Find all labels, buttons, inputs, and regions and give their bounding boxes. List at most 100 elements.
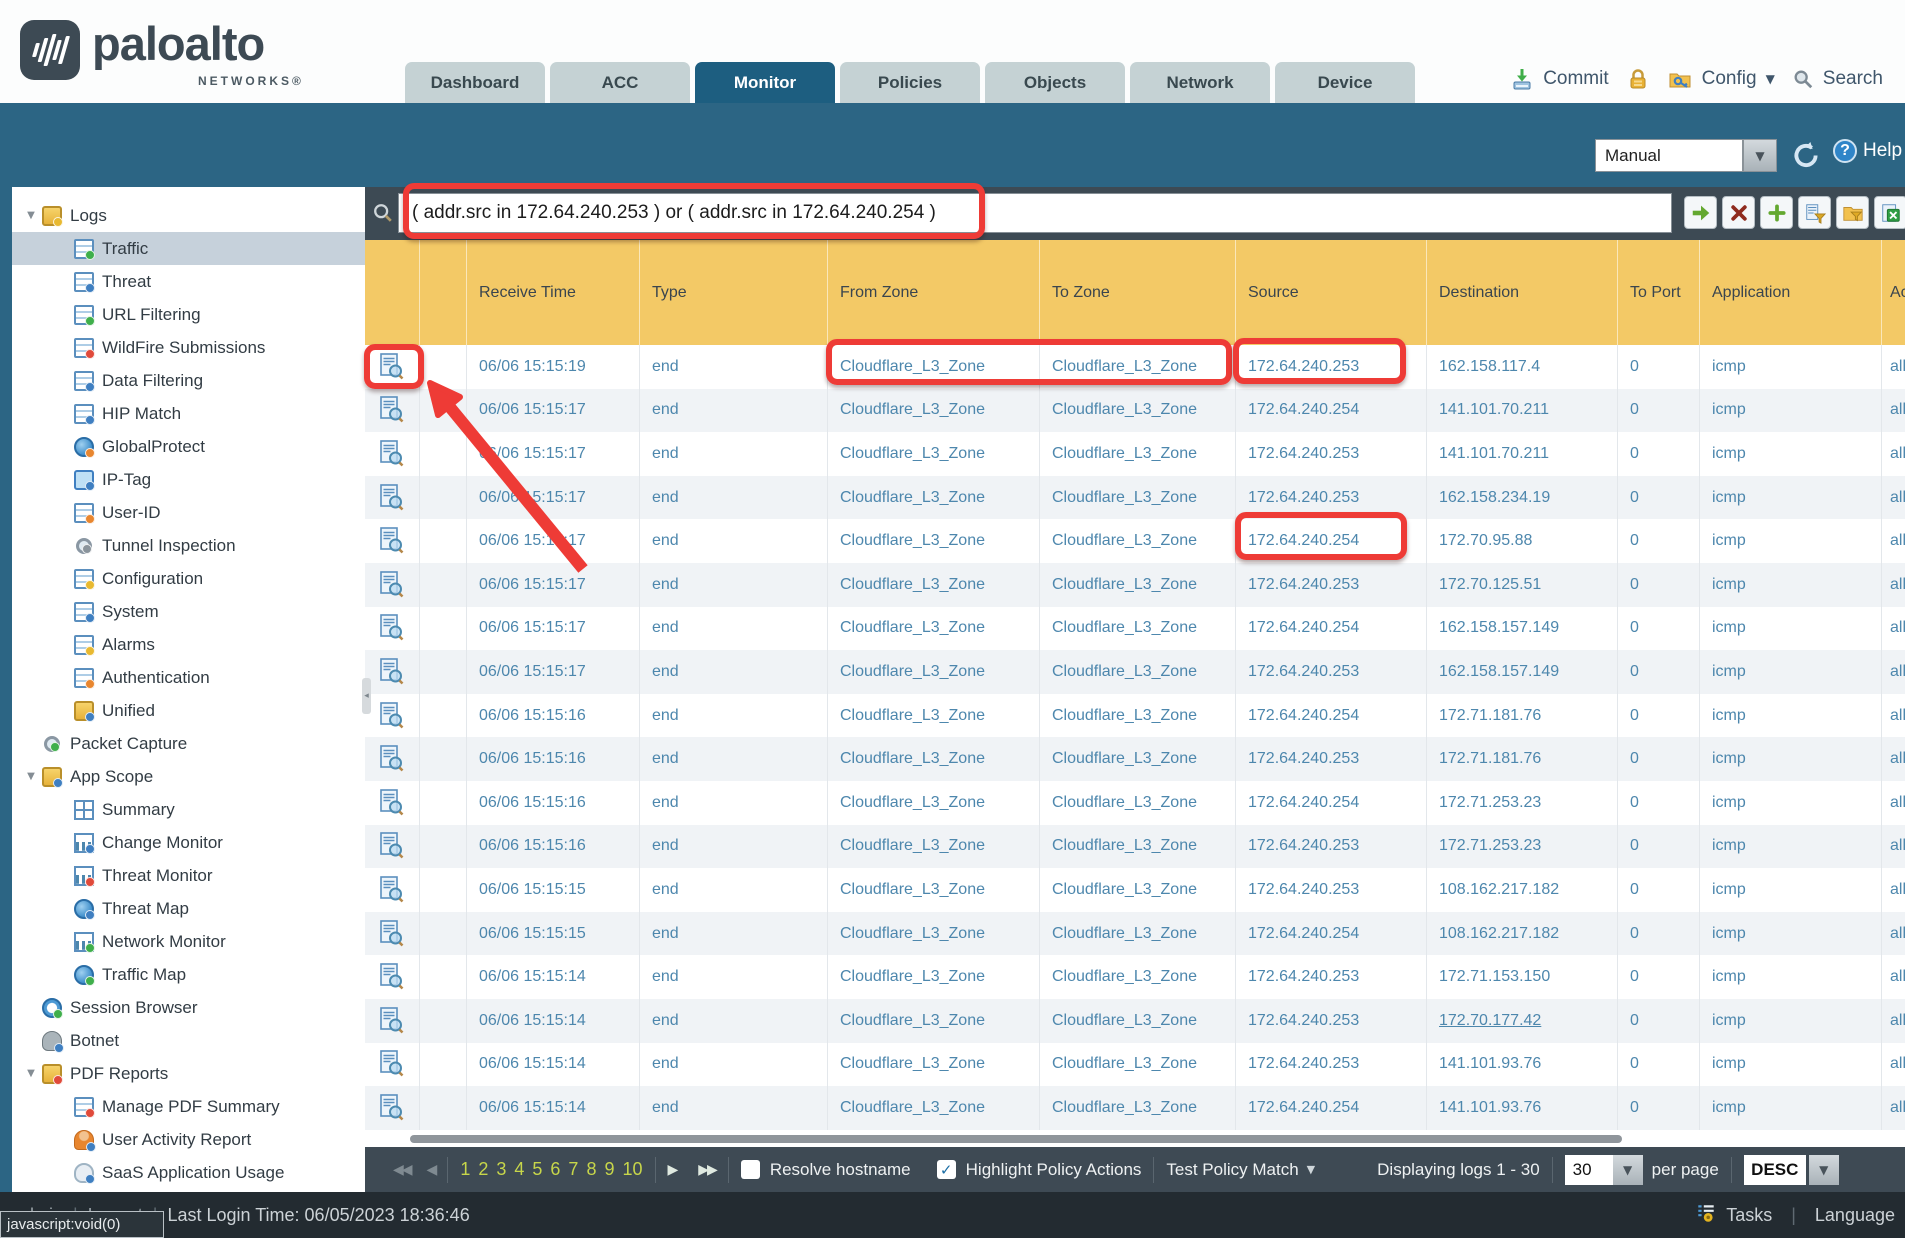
cell-log-detail[interactable] bbox=[365, 694, 420, 738]
save-filter-button[interactable] bbox=[1798, 196, 1831, 229]
page-number-8[interactable]: 8 bbox=[586, 1159, 596, 1180]
first-page-icon[interactable]: ◀◀ bbox=[393, 1162, 411, 1178]
cell-to-port[interactable]: 0 bbox=[1618, 737, 1700, 781]
cell-destination[interactable]: 141.101.93.76 bbox=[1427, 1043, 1618, 1087]
cell-destination[interactable]: 172.70.95.88 bbox=[1427, 519, 1618, 563]
cell-receive-time[interactable]: 06/06 15:15:16 bbox=[467, 694, 640, 738]
cell-log-detail[interactable] bbox=[365, 1043, 420, 1087]
cell-type[interactable]: end bbox=[640, 999, 828, 1043]
cell-action[interactable]: allow bbox=[1882, 781, 1905, 825]
cell-action[interactable]: allow bbox=[1882, 912, 1905, 956]
next-page-icon[interactable]: ▶ bbox=[668, 1162, 677, 1178]
cell-application[interactable]: icmp bbox=[1700, 694, 1882, 738]
sidebar-item-session-browser[interactable]: Session Browser bbox=[12, 991, 365, 1024]
cell-log-detail[interactable] bbox=[365, 999, 420, 1043]
cell-to-zone[interactable]: Cloudflare_L3_Zone bbox=[1040, 955, 1236, 999]
cell-to-port[interactable]: 0 bbox=[1618, 476, 1700, 520]
sidebar-item-threat-map[interactable]: Threat Map bbox=[12, 892, 365, 925]
apply-filter-button[interactable] bbox=[1684, 196, 1717, 229]
page-number-9[interactable]: 9 bbox=[604, 1159, 614, 1180]
cell-application[interactable]: icmp bbox=[1700, 912, 1882, 956]
cell-action[interactable]: allow bbox=[1882, 476, 1905, 520]
column-header-source[interactable]: Source bbox=[1236, 240, 1427, 345]
cell-destination[interactable]: 172.71.253.23 bbox=[1427, 825, 1618, 869]
refresh-mode-value[interactable]: Manual bbox=[1595, 139, 1743, 172]
cell-log-detail[interactable] bbox=[365, 389, 420, 433]
cell-type[interactable]: end bbox=[640, 476, 828, 520]
table-row[interactable]: 06/06 15:15:16 end Cloudflare_L3_Zone Cl… bbox=[365, 781, 1905, 825]
table-row[interactable]: 06/06 15:15:17 end Cloudflare_L3_Zone Cl… bbox=[365, 519, 1905, 563]
cell-type[interactable]: end bbox=[640, 607, 828, 651]
page-number-5[interactable]: 5 bbox=[532, 1159, 542, 1180]
help-icon[interactable]: ? bbox=[1833, 139, 1857, 163]
sidebar-item-ip-tag[interactable]: IP-Tag bbox=[12, 463, 365, 496]
cell-application[interactable]: icmp bbox=[1700, 650, 1882, 694]
cell-log-detail[interactable] bbox=[365, 345, 420, 389]
cell-application[interactable]: icmp bbox=[1700, 781, 1882, 825]
cell-to-zone[interactable]: Cloudflare_L3_Zone bbox=[1040, 694, 1236, 738]
cell-log-detail[interactable] bbox=[365, 955, 420, 999]
cell-to-zone[interactable]: Cloudflare_L3_Zone bbox=[1040, 476, 1236, 520]
cell-to-zone[interactable]: Cloudflare_L3_Zone bbox=[1040, 999, 1236, 1043]
column-header-dest[interactable]: Destination bbox=[1427, 240, 1618, 345]
cell-to-port[interactable]: 0 bbox=[1618, 519, 1700, 563]
cell-type[interactable]: end bbox=[640, 519, 828, 563]
log-detail-icon[interactable] bbox=[380, 1007, 404, 1035]
cell-receive-time[interactable]: 06/06 15:15:14 bbox=[467, 999, 640, 1043]
cell-source[interactable]: 172.64.240.253 bbox=[1236, 1043, 1427, 1087]
page-number-1[interactable]: 1 bbox=[460, 1159, 470, 1180]
sidebar-item-botnet[interactable]: Botnet bbox=[12, 1024, 365, 1057]
cell-application[interactable]: icmp bbox=[1700, 519, 1882, 563]
cell-type[interactable]: end bbox=[640, 912, 828, 956]
cell-action[interactable]: allow bbox=[1882, 694, 1905, 738]
language-button[interactable]: Language bbox=[1815, 1205, 1895, 1226]
cell-to-zone[interactable]: Cloudflare_L3_Zone bbox=[1040, 1043, 1236, 1087]
cell-application[interactable]: icmp bbox=[1700, 1086, 1882, 1130]
cell-destination[interactable]: 172.70.125.51 bbox=[1427, 563, 1618, 607]
cell-log-detail[interactable] bbox=[365, 519, 420, 563]
export-csv-button[interactable] bbox=[1874, 196, 1905, 229]
resolve-hostname-checkbox[interactable] bbox=[741, 1160, 760, 1179]
tasks-button[interactable]: Tasks bbox=[1726, 1205, 1772, 1226]
cell-type[interactable]: end bbox=[640, 781, 828, 825]
cell-receive-time[interactable]: 06/06 15:15:15 bbox=[467, 912, 640, 956]
cell-source[interactable]: 172.64.240.254 bbox=[1236, 389, 1427, 433]
sidebar-item-packet-capture[interactable]: Packet Capture bbox=[12, 727, 365, 760]
sort-order-select[interactable]: DESC bbox=[1744, 1155, 1806, 1185]
sidebar-item-traffic-map[interactable]: Traffic Map bbox=[12, 958, 365, 991]
cell-source[interactable]: 172.64.240.254 bbox=[1236, 781, 1427, 825]
table-row[interactable]: 06/06 15:15:14 end Cloudflare_L3_Zone Cl… bbox=[365, 1043, 1905, 1087]
cell-receive-time[interactable]: 06/06 15:15:17 bbox=[467, 476, 640, 520]
cell-to-port[interactable]: 0 bbox=[1618, 955, 1700, 999]
table-row[interactable]: 06/06 15:15:14 end Cloudflare_L3_Zone Cl… bbox=[365, 1086, 1905, 1130]
cell-receive-time[interactable]: 06/06 15:15:15 bbox=[467, 868, 640, 912]
page-size-select[interactable]: 30 bbox=[1565, 1155, 1613, 1185]
cell-receive-time[interactable]: 06/06 15:15:16 bbox=[467, 825, 640, 869]
log-detail-icon[interactable] bbox=[380, 658, 404, 686]
cell-from-zone[interactable]: Cloudflare_L3_Zone bbox=[828, 999, 1040, 1043]
sidebar-item-change-monitor[interactable]: Change Monitor bbox=[12, 826, 365, 859]
cell-to-port[interactable]: 0 bbox=[1618, 694, 1700, 738]
cell-destination[interactable]: 108.162.217.182 bbox=[1427, 868, 1618, 912]
cell-source[interactable]: 172.64.240.253 bbox=[1236, 563, 1427, 607]
sidebar-item-threat[interactable]: Threat bbox=[12, 265, 365, 298]
log-detail-icon[interactable] bbox=[380, 614, 404, 642]
sidebar-item-traffic[interactable]: Traffic bbox=[12, 232, 365, 265]
cell-receive-time[interactable]: 06/06 15:15:19 bbox=[467, 345, 640, 389]
cell-from-zone[interactable]: Cloudflare_L3_Zone bbox=[828, 432, 1040, 476]
log-detail-icon[interactable] bbox=[380, 527, 404, 555]
cell-source[interactable]: 172.64.240.254 bbox=[1236, 607, 1427, 651]
cell-application[interactable]: icmp bbox=[1700, 737, 1882, 781]
sidebar-item-app-scope[interactable]: ▼App Scope bbox=[12, 760, 365, 793]
cell-to-port[interactable]: 0 bbox=[1618, 650, 1700, 694]
horizontal-scrollbar-track[interactable] bbox=[365, 1130, 1905, 1147]
table-row[interactable]: 06/06 15:15:17 end Cloudflare_L3_Zone Cl… bbox=[365, 650, 1905, 694]
cell-source[interactable]: 172.64.240.253 bbox=[1236, 999, 1427, 1043]
cell-receive-time[interactable]: 06/06 15:15:17 bbox=[467, 432, 640, 476]
log-detail-icon[interactable] bbox=[380, 920, 404, 948]
search-button[interactable]: Search bbox=[1823, 68, 1883, 90]
cell-type[interactable]: end bbox=[640, 650, 828, 694]
sidebar-item-unified[interactable]: Unified bbox=[12, 694, 365, 727]
cell-application[interactable]: icmp bbox=[1700, 563, 1882, 607]
cell-to-port[interactable]: 0 bbox=[1618, 607, 1700, 651]
